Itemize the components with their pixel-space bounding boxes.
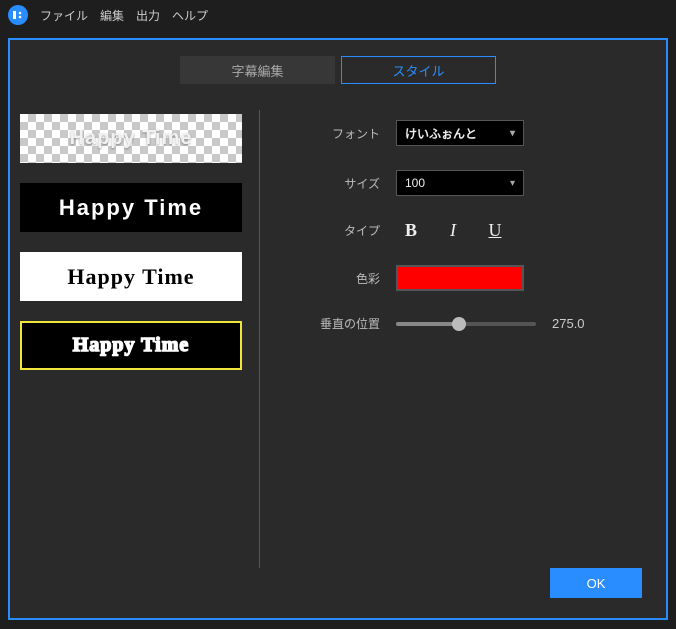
color-label: 色彩: [290, 270, 380, 287]
menu-file[interactable]: ファイル: [40, 7, 88, 24]
ok-button[interactable]: OK: [550, 568, 642, 598]
tab-style[interactable]: スタイル: [341, 56, 496, 84]
size-label: サイズ: [290, 175, 380, 192]
vpos-value: 275.0: [552, 316, 585, 331]
bold-button[interactable]: B: [400, 220, 422, 241]
tab-subtitle-edit[interactable]: 字幕編集: [180, 56, 335, 84]
color-swatch[interactable]: [396, 265, 524, 291]
font-select[interactable]: けいふぉんと ▾: [396, 120, 524, 146]
preset-item[interactable]: Happy Time: [20, 183, 242, 232]
chevron-down-icon: ▾: [510, 128, 515, 139]
underline-button[interactable]: U: [484, 220, 506, 241]
vpos-label: 垂直の位置: [290, 315, 380, 332]
font-value: けいふぉんと: [405, 125, 477, 142]
app-icon: [8, 5, 28, 25]
italic-button[interactable]: I: [442, 220, 464, 241]
menu-help[interactable]: ヘルプ: [172, 7, 208, 24]
preset-item[interactable]: Happy Time: [20, 252, 242, 301]
slider-thumb[interactable]: [452, 317, 466, 331]
chevron-down-icon: ▾: [510, 178, 515, 189]
preset-list: Happy Time Happy Time Happy Time Happy T…: [20, 110, 260, 568]
font-label: フォント: [290, 125, 380, 142]
type-label: タイプ: [290, 222, 380, 239]
preset-item[interactable]: Happy Time: [20, 321, 242, 370]
preset-item[interactable]: Happy Time: [20, 114, 242, 163]
menu-edit[interactable]: 編集: [100, 7, 124, 24]
size-value: 100: [405, 176, 425, 190]
slider-fill: [396, 322, 459, 326]
size-select[interactable]: 100 ▾: [396, 170, 524, 196]
vpos-slider[interactable]: [396, 322, 536, 326]
style-dialog: 字幕編集 スタイル Happy Time Happy Time Happy Ti…: [8, 38, 668, 620]
menu-output[interactable]: 出力: [136, 7, 160, 24]
